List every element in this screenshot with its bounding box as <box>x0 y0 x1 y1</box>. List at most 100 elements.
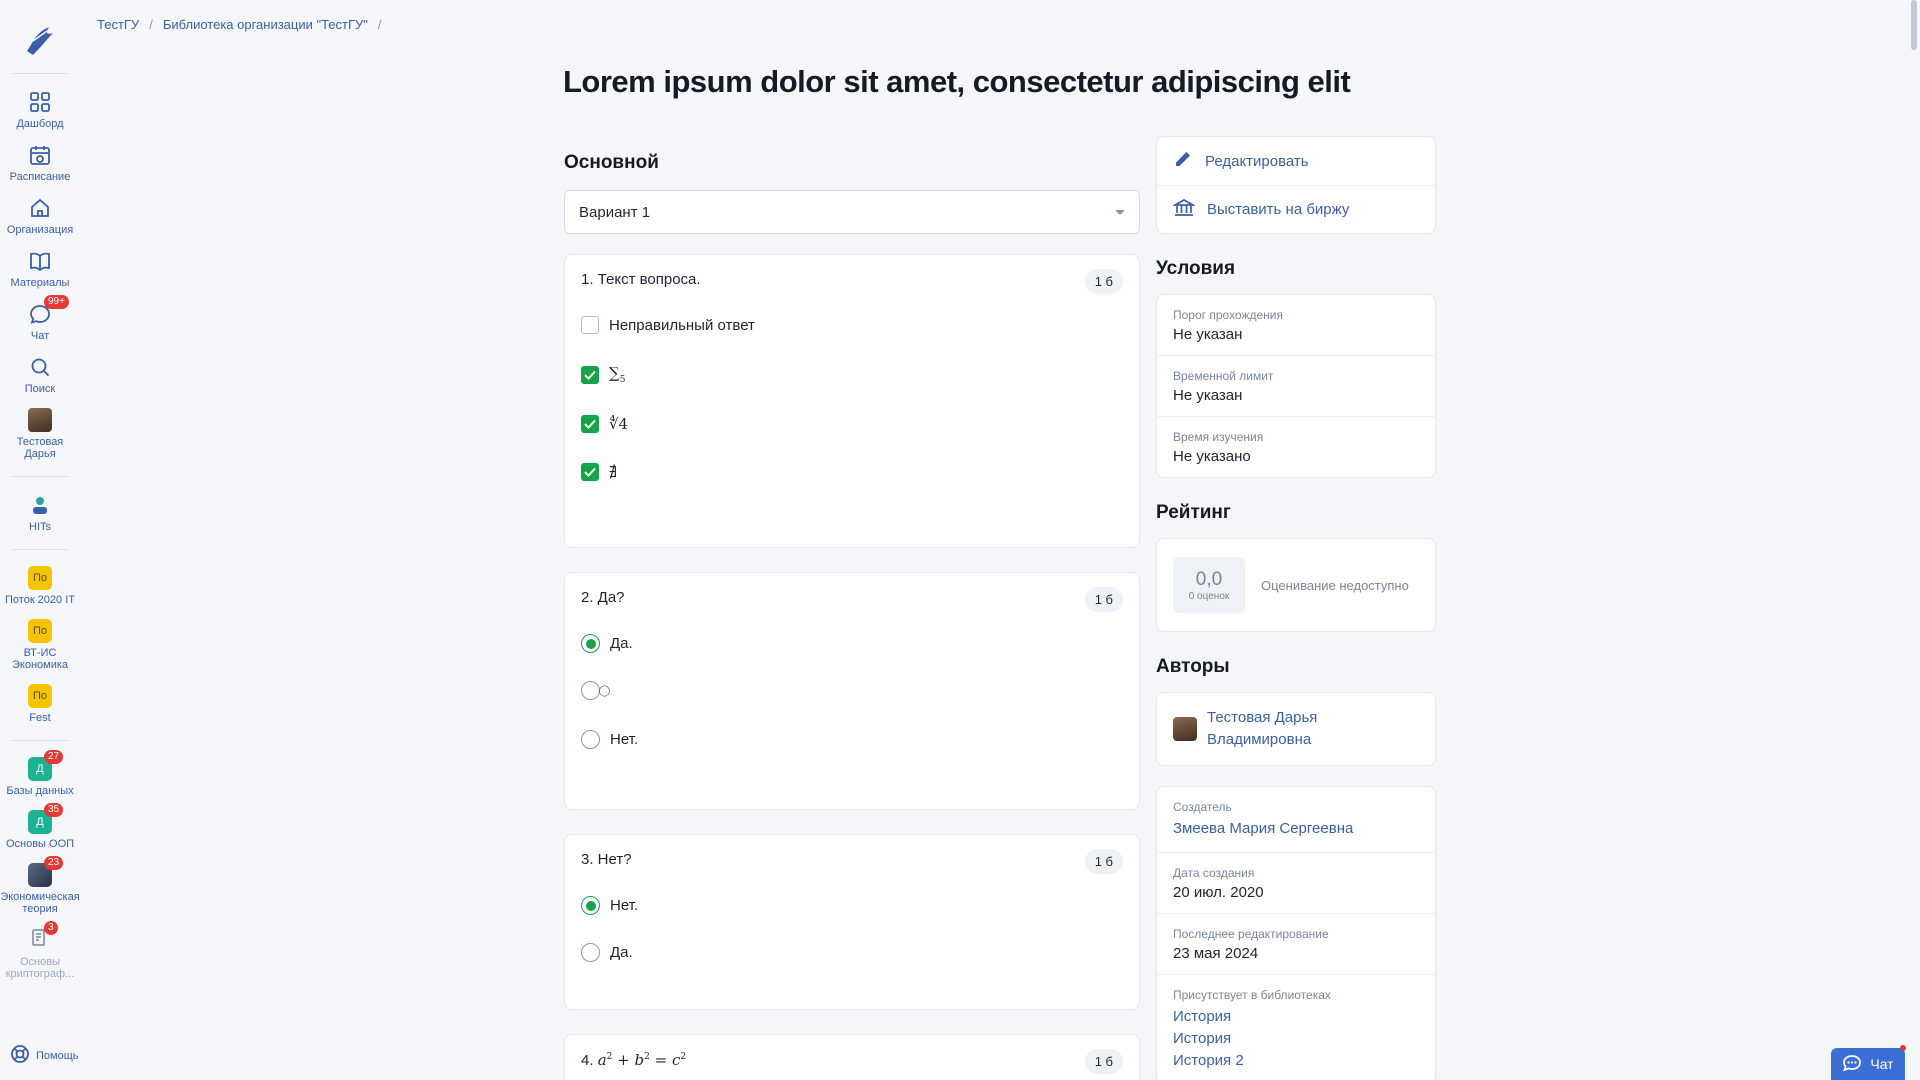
section-title: Основной <box>564 152 659 173</box>
sidebar-item-chat[interactable]: 99+ Чат <box>0 294 80 347</box>
breadcrumb: ТестГУ / Библиотека организации "ТестГУ"… <box>97 17 382 32</box>
answer-option[interactable]: Да. <box>581 634 1123 653</box>
sidebar-item-dashboard[interactable]: Дашборд <box>0 82 80 135</box>
radio-selected[interactable] <box>581 634 600 653</box>
score-badge: 1 б <box>1084 849 1123 874</box>
radio[interactable] <box>581 730 600 749</box>
sidebar-item-search[interactable]: Поиск <box>0 347 80 400</box>
exchange-button[interactable]: Выставить на биржу <box>1157 185 1435 233</box>
sidebar-item-org[interactable]: HITs <box>0 485 80 538</box>
sidebar-item-schedule[interactable]: Расписание <box>0 135 80 188</box>
answer-option[interactable]: Нет. <box>581 896 1123 915</box>
exchange-label: Выставить на биржу <box>1207 201 1350 218</box>
sidebar-item-label: Основы ООП <box>5 838 75 850</box>
radio[interactable] <box>581 681 600 700</box>
author-name[interactable]: Тестовая Дарья Владимировна <box>1207 707 1419 751</box>
sidebar-item-label: Экономическая теория <box>0 891 80 915</box>
group-icon: По <box>28 566 52 590</box>
radio-selected[interactable] <box>581 896 600 915</box>
help-label: Помощь <box>36 1049 79 1062</box>
question-text: 3. Нет? <box>581 851 632 868</box>
question-card: 1. Текст вопроса. 1 б Неправильный ответ… <box>564 254 1140 548</box>
pencil-icon <box>1173 149 1193 173</box>
score-badge: 1 б <box>1084 1049 1123 1074</box>
checkbox[interactable] <box>581 316 599 334</box>
checkbox-checked[interactable] <box>581 365 599 384</box>
checkbox-checked[interactable] <box>581 463 599 481</box>
notification-dot <box>1900 1045 1906 1051</box>
breadcrumb-item[interactable]: ТестГУ <box>97 17 139 32</box>
score-badge: 1 б <box>1084 269 1123 294</box>
answer-option[interactable]: Неправильный ответ <box>581 316 1123 334</box>
sidebar-item-course[interactable]: Д 35 Основы ООП <box>0 802 80 855</box>
actions-card: Редактировать Выставить на биржу <box>1156 136 1436 234</box>
creator-link[interactable]: Змеева Мария Сергеевна <box>1173 818 1419 840</box>
sidebar-item-course[interactable]: Д 27 Базы данных <box>0 749 80 802</box>
question-card: 4. a2 + b2 = c2 1 б <box>564 1034 1140 1080</box>
variant-select[interactable]: Вариант 1 <box>564 190 1140 234</box>
answer-option[interactable]: ∄ <box>581 463 1123 481</box>
divider <box>12 549 68 550</box>
chevron-down-icon <box>1115 209 1125 215</box>
app-logo[interactable] <box>18 18 62 62</box>
sidebar: Дашборд Расписание Организация Материалы… <box>0 0 80 1080</box>
avatar <box>1173 717 1197 741</box>
sidebar-item-course[interactable]: 23 Экономическая теория <box>0 855 80 920</box>
scrollbar[interactable] <box>1908 0 1920 1080</box>
answer-formula: ∜4 <box>609 415 629 433</box>
sidebar-item-profile[interactable]: Тестовая Дарья <box>0 400 80 465</box>
rating-value: 0,0 <box>1195 568 1223 590</box>
chat-button[interactable]: Чат <box>1831 1045 1906 1080</box>
answer-text: Нет. <box>610 731 639 748</box>
sidebar-item-group[interactable]: По Fest <box>0 676 80 729</box>
help-link[interactable]: Помощь <box>10 1044 79 1067</box>
breadcrumb-item[interactable]: Библиотека организации "ТестГУ" <box>163 17 368 32</box>
sidebar-item-group[interactable]: По ВТ-ИС Экономика <box>0 611 80 676</box>
condition-field: Время изучения Не указано <box>1157 416 1435 477</box>
sidebar-item-label: Дашборд <box>16 118 64 130</box>
author-item[interactable]: Тестовая Дарья Владимировна <box>1156 692 1436 766</box>
grid-icon <box>27 89 53 115</box>
sidebar-item-materials[interactable]: Материалы <box>0 241 80 294</box>
sidebar-item-label: ВТ-ИС Экономика <box>11 647 69 671</box>
field-label: Присутствует в библиотеках <box>1173 988 1331 1002</box>
answer-text: Нет. <box>610 897 639 914</box>
question-card: 2. Да? 1 б Да. ⃝⃝⃝ Нет. <box>564 572 1140 810</box>
library-link[interactable]: История 2 <box>1173 1050 1419 1072</box>
library-link[interactable]: История <box>1173 1006 1419 1028</box>
library-link[interactable]: История <box>1173 1028 1419 1050</box>
sidebar-item-label: Чат <box>30 330 50 342</box>
count-badge: 35 <box>44 803 64 817</box>
answer-option[interactable]: ∑5 <box>581 364 1123 385</box>
conditions-title: Условия <box>1156 258 1236 279</box>
sidebar-item-label: Базы данных <box>6 785 74 797</box>
answer-text: Неправильный ответ <box>609 316 755 334</box>
scrollbar-thumb[interactable] <box>1911 0 1917 50</box>
checkbox-checked[interactable] <box>581 415 599 433</box>
sidebar-item-course[interactable]: 3 Основы криптограф... <box>0 920 80 985</box>
edit-button[interactable]: Редактировать <box>1157 137 1435 185</box>
divider <box>12 73 68 74</box>
answer-option[interactable]: ⃝⃝⃝ <box>581 681 1123 700</box>
sidebar-item-label: Тестовая Дарья <box>16 436 64 460</box>
group-icon: По <box>28 684 52 708</box>
page-title: Lorem ipsum dolor sit amet, consectetur … <box>563 64 1351 99</box>
sidebar-item-organization[interactable]: Организация <box>0 188 80 241</box>
info-panel: Редактировать Выставить на биржу Условия… <box>1156 136 1436 1080</box>
count-badge: 23 <box>44 856 64 870</box>
radio[interactable] <box>581 943 600 962</box>
variant-select-value: Вариант 1 <box>579 203 651 221</box>
sidebar-item-group[interactable]: По Поток 2020 IT <box>0 558 80 611</box>
question-card: 3. Нет? 1 б Нет. Да. <box>564 834 1140 1010</box>
answer-formula: ∄ <box>609 463 618 481</box>
count-badge: 27 <box>44 750 64 764</box>
answer-option[interactable]: Нет. <box>581 730 1123 749</box>
avatar <box>28 408 52 432</box>
answer-option[interactable]: Да. <box>581 943 1123 962</box>
breadcrumb-separator: / <box>149 17 153 32</box>
answer-option[interactable]: ∜4 <box>581 415 1123 433</box>
meta-field: Дата создания 20 июл. 2020 <box>1157 852 1435 913</box>
answer-text: Да. <box>610 635 633 652</box>
unread-badge: 99+ <box>44 295 69 309</box>
authors-title: Авторы <box>1156 656 1230 677</box>
